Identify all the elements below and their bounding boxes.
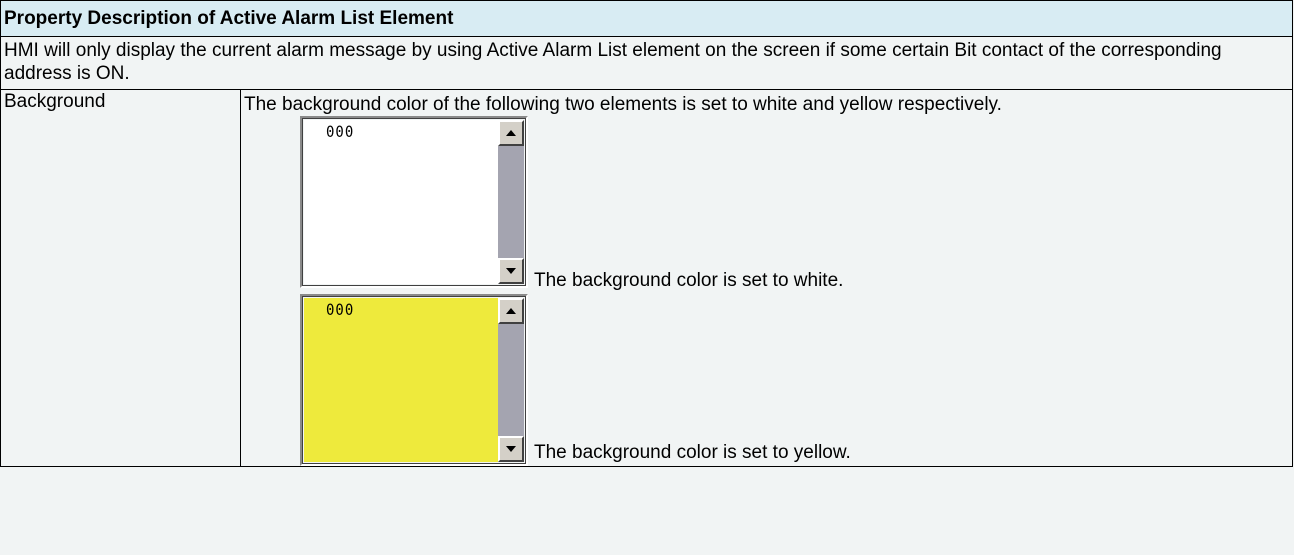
alarm-list-yellow: 000: [300, 294, 528, 466]
intro-row: HMI will only display the current alarm …: [0, 36, 1293, 90]
property-content: The background color of the following tw…: [240, 89, 1293, 467]
alarm-list-white: 000: [300, 116, 528, 288]
list-scrollbar[interactable]: [498, 298, 524, 462]
property-table: Property Description of Active Alarm Lis…: [0, 0, 1293, 467]
scroll-down-button[interactable]: [498, 258, 524, 284]
arrow-up-icon: [506, 308, 516, 314]
arrow-down-icon: [506, 268, 516, 274]
scroll-up-button[interactable]: [498, 298, 524, 324]
table-title: Property Description of Active Alarm Lis…: [0, 0, 1293, 37]
intro-text: HMI will only display the current alarm …: [0, 36, 1293, 90]
alarm-list-item: 000: [326, 301, 355, 320]
property-label: Background: [0, 89, 241, 467]
header-row: Property Description of Active Alarm Lis…: [0, 0, 1293, 37]
example-caption: The background color is set to white.: [534, 270, 844, 291]
example-white: 000 The background color is set to white…: [300, 116, 1292, 294]
example-yellow: 000 The background color is set to yello…: [300, 294, 1292, 466]
scroll-down-button[interactable]: [498, 436, 524, 462]
example-caption: The background color is set to yellow.: [534, 442, 851, 463]
property-description: The background color of the following tw…: [244, 94, 1002, 115]
alarm-list-area: 000: [304, 120, 498, 284]
arrow-up-icon: [506, 130, 516, 136]
list-scrollbar[interactable]: [498, 120, 524, 284]
alarm-list-area: 000: [304, 298, 498, 462]
background-row: Background The background color of the f…: [0, 89, 1293, 467]
scroll-up-button[interactable]: [498, 120, 524, 146]
arrow-down-icon: [506, 446, 516, 452]
alarm-list-item: 000: [326, 123, 355, 142]
